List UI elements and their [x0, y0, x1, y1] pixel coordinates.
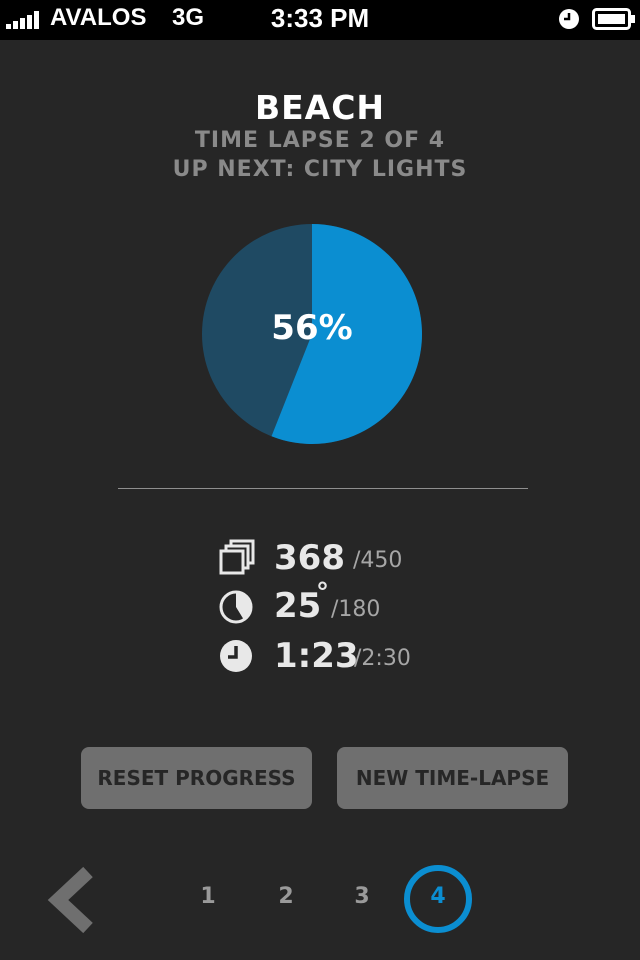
page-1[interactable]: 1 — [188, 884, 228, 909]
total-time: /2:30 — [354, 646, 411, 671]
rotation-value: 25 — [274, 586, 322, 626]
divider — [118, 488, 528, 489]
status-bar: AVALOS 3G 3:33 PM — [0, 0, 640, 40]
frames-taken-value: 368 — [274, 538, 345, 578]
frames-icon — [219, 539, 255, 575]
timelapse-count: TIME LAPSE 2 OF 4 — [194, 128, 446, 153]
chevron-left-icon[interactable] — [44, 866, 96, 934]
page-2[interactable]: 2 — [266, 884, 306, 909]
timelapse-title: BEACH — [254, 88, 386, 127]
progress-percent: 56% — [271, 308, 353, 348]
rotation-total: /180 — [331, 597, 381, 622]
alarm-icon — [559, 9, 579, 29]
new-time-lapse-button[interactable]: NEW TIME-LAPSE — [337, 747, 568, 809]
clock-icon — [220, 640, 252, 672]
up-next-label: UP NEXT: CITY LIGHTS — [172, 157, 468, 182]
frames-total: /450 — [353, 548, 403, 573]
reset-progress-button[interactable]: RESET PROGRESS — [81, 747, 312, 809]
status-time: 3:33 PM — [270, 3, 370, 33]
page-4[interactable]: 4 — [418, 884, 458, 909]
page-3[interactable]: 3 — [342, 884, 382, 909]
rotation-icon — [219, 590, 253, 624]
battery-icon — [592, 8, 635, 30]
elapsed-time-value: 1:23 — [274, 636, 359, 676]
degree-symbol: ° — [316, 578, 329, 608]
